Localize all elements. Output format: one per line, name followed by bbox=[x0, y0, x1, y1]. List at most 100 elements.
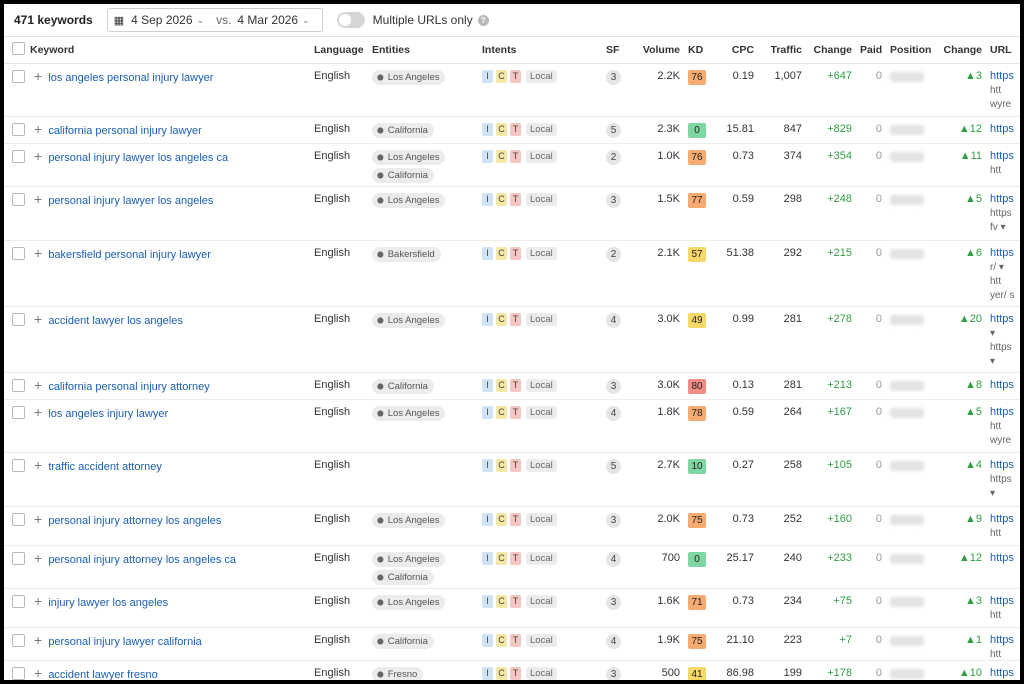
sf-badge[interactable]: 5 bbox=[606, 459, 621, 474]
keyword-link[interactable]: personal injury lawyer los angeles bbox=[48, 195, 213, 207]
table-row[interactable]: + los angeles personal injury lawyer Engl… bbox=[4, 63, 1020, 117]
col-entities[interactable]: Entities bbox=[368, 36, 478, 64]
url-sub-line[interactable]: htt bbox=[990, 421, 1020, 432]
plus-icon[interactable]: + bbox=[34, 633, 42, 647]
col-keyword[interactable]: Keyword bbox=[26, 36, 310, 64]
sf-badge[interactable]: 3 bbox=[606, 193, 621, 208]
keyword-link[interactable]: personal injury lawyer california bbox=[48, 636, 201, 648]
plus-icon[interactable]: + bbox=[34, 122, 42, 136]
url-sub-line[interactable]: fv ▾ bbox=[990, 222, 1020, 233]
url-link[interactable]: https bbox=[990, 193, 1020, 205]
table-row[interactable]: + injury lawyer los angeles English ⬤ Los A… bbox=[4, 588, 1020, 628]
url-link[interactable]: https bbox=[990, 595, 1020, 607]
url-link[interactable]: https bbox=[990, 379, 1020, 391]
entity-chip[interactable]: ⬤ California bbox=[372, 168, 434, 183]
url-link[interactable]: https bbox=[990, 513, 1020, 525]
url-sub-line[interactable]: r/ ▾ bbox=[990, 262, 1020, 273]
entity-chip[interactable]: ⬤ California bbox=[372, 123, 434, 138]
url-link[interactable]: https bbox=[990, 406, 1020, 418]
row-checkbox[interactable] bbox=[12, 193, 25, 206]
plus-icon[interactable]: + bbox=[34, 246, 42, 260]
table-row[interactable]: + personal injury lawyer los angeles Engl… bbox=[4, 186, 1020, 241]
keyword-link[interactable]: los angeles personal injury lawyer bbox=[48, 72, 213, 84]
url-sub-line[interactable]: wyre bbox=[990, 435, 1020, 446]
table-row[interactable]: + california personal injury lawyer Engli… bbox=[4, 116, 1020, 144]
table-row[interactable]: + traffic accident attorney English I C T Loc… bbox=[4, 452, 1020, 507]
keyword-link[interactable]: personal injury attorney los angeles ca bbox=[48, 554, 236, 566]
plus-icon[interactable]: + bbox=[34, 458, 42, 472]
col-cpc[interactable]: CPC bbox=[718, 36, 758, 64]
url-link[interactable]: https bbox=[990, 247, 1020, 259]
table-row[interactable]: + personal injury lawyer los angeles ca E… bbox=[4, 143, 1020, 187]
plus-icon[interactable]: + bbox=[34, 594, 42, 608]
col-traffic[interactable]: Traffic bbox=[758, 36, 806, 64]
url-sub-line[interactable]: https bbox=[990, 208, 1020, 219]
select-all-checkbox[interactable] bbox=[12, 42, 25, 55]
keyword-link[interactable]: personal injury attorney los angeles bbox=[48, 515, 221, 527]
plus-icon[interactable]: + bbox=[34, 405, 42, 419]
plus-icon[interactable]: + bbox=[34, 192, 42, 206]
keyword-link[interactable]: personal injury lawyer los angeles ca bbox=[48, 152, 228, 164]
sf-badge[interactable]: 4 bbox=[606, 313, 621, 328]
plus-icon[interactable]: + bbox=[34, 551, 42, 565]
url-sub-line[interactable]: htt bbox=[990, 610, 1020, 621]
table-row[interactable]: + accident lawyer fresno English ⬤ Fresno I C… bbox=[4, 660, 1020, 680]
row-checkbox[interactable] bbox=[12, 247, 25, 260]
col-kd[interactable]: KD bbox=[684, 36, 718, 64]
entity-chip[interactable]: ⬤ Los Angeles bbox=[372, 552, 446, 567]
url-sub-line[interactable]: ▾ bbox=[990, 488, 1020, 499]
sf-badge[interactable]: 3 bbox=[606, 379, 621, 394]
sf-badge[interactable]: 4 bbox=[606, 406, 621, 421]
entity-chip[interactable]: ⬤ Bakersfield bbox=[372, 247, 441, 262]
table-row[interactable]: + personal injury attorney los angeles c… bbox=[4, 545, 1020, 589]
row-checkbox[interactable] bbox=[12, 459, 25, 472]
keyword-link[interactable]: bakersfield personal injury lawyer bbox=[48, 249, 211, 261]
url-link[interactable]: https bbox=[990, 150, 1020, 162]
row-checkbox[interactable] bbox=[12, 595, 25, 608]
plus-icon[interactable]: + bbox=[34, 312, 42, 326]
plus-icon[interactable]: + bbox=[34, 149, 42, 163]
col-intents[interactable]: Intents bbox=[478, 36, 602, 64]
plus-icon[interactable]: + bbox=[34, 666, 42, 680]
plus-icon[interactable]: + bbox=[34, 69, 42, 83]
col-language[interactable]: Language bbox=[310, 36, 368, 64]
url-link[interactable]: https bbox=[990, 123, 1020, 135]
col-paid[interactable]: Paid bbox=[856, 36, 886, 64]
url-sub-line[interactable]: https bbox=[990, 342, 1020, 353]
plus-icon[interactable]: + bbox=[34, 378, 42, 392]
table-row[interactable]: + personal injury attorney los angeles En… bbox=[4, 506, 1020, 546]
url-sub-line[interactable]: ▾ bbox=[990, 328, 1020, 339]
keyword-link[interactable]: injury lawyer los angeles bbox=[48, 597, 168, 609]
table-row[interactable]: + los angeles injury lawyer English ⬤ Los A… bbox=[4, 399, 1020, 453]
table-row[interactable]: + accident lawyer los angeles English ⬤ Los… bbox=[4, 306, 1020, 373]
row-checkbox[interactable] bbox=[12, 123, 25, 136]
sf-badge[interactable]: 2 bbox=[606, 150, 621, 165]
entity-chip[interactable]: ⬤ Los Angeles bbox=[372, 513, 446, 528]
col-volume[interactable]: Volume bbox=[634, 36, 684, 64]
row-checkbox[interactable] bbox=[12, 634, 25, 647]
entity-chip[interactable]: ⬤ Los Angeles bbox=[372, 313, 446, 328]
keyword-link[interactable]: accident lawyer los angeles bbox=[48, 315, 183, 327]
url-sub-line[interactable]: htt bbox=[990, 85, 1020, 96]
multiple-urls-toggle[interactable] bbox=[336, 12, 365, 28]
row-checkbox[interactable] bbox=[12, 552, 25, 565]
sf-badge[interactable]: 3 bbox=[606, 667, 621, 680]
row-checkbox[interactable] bbox=[12, 406, 25, 419]
entity-chip[interactable]: ⬤ California bbox=[372, 379, 434, 394]
plus-icon[interactable]: + bbox=[34, 512, 42, 526]
url-sub-line[interactable]: htt bbox=[990, 276, 1020, 287]
row-checkbox[interactable] bbox=[12, 667, 25, 680]
url-link[interactable]: https bbox=[990, 313, 1020, 325]
row-checkbox[interactable] bbox=[12, 379, 25, 392]
entity-chip[interactable]: ⬤ Los Angeles bbox=[372, 406, 446, 421]
sf-badge[interactable]: 4 bbox=[606, 634, 621, 649]
entity-chip[interactable]: ⬤ California bbox=[372, 634, 434, 649]
col-sf[interactable]: SF bbox=[602, 36, 634, 64]
url-sub-line[interactable]: htt bbox=[990, 165, 1020, 176]
entity-chip[interactable]: ⬤ Fresno bbox=[372, 667, 424, 680]
url-sub-line[interactable]: yer/ s bbox=[990, 290, 1020, 301]
keyword-link[interactable]: accident lawyer fresno bbox=[48, 669, 157, 680]
sf-badge[interactable]: 2 bbox=[606, 247, 621, 262]
url-link[interactable]: https bbox=[990, 634, 1020, 646]
keyword-link[interactable]: california personal injury attorney bbox=[48, 381, 209, 393]
